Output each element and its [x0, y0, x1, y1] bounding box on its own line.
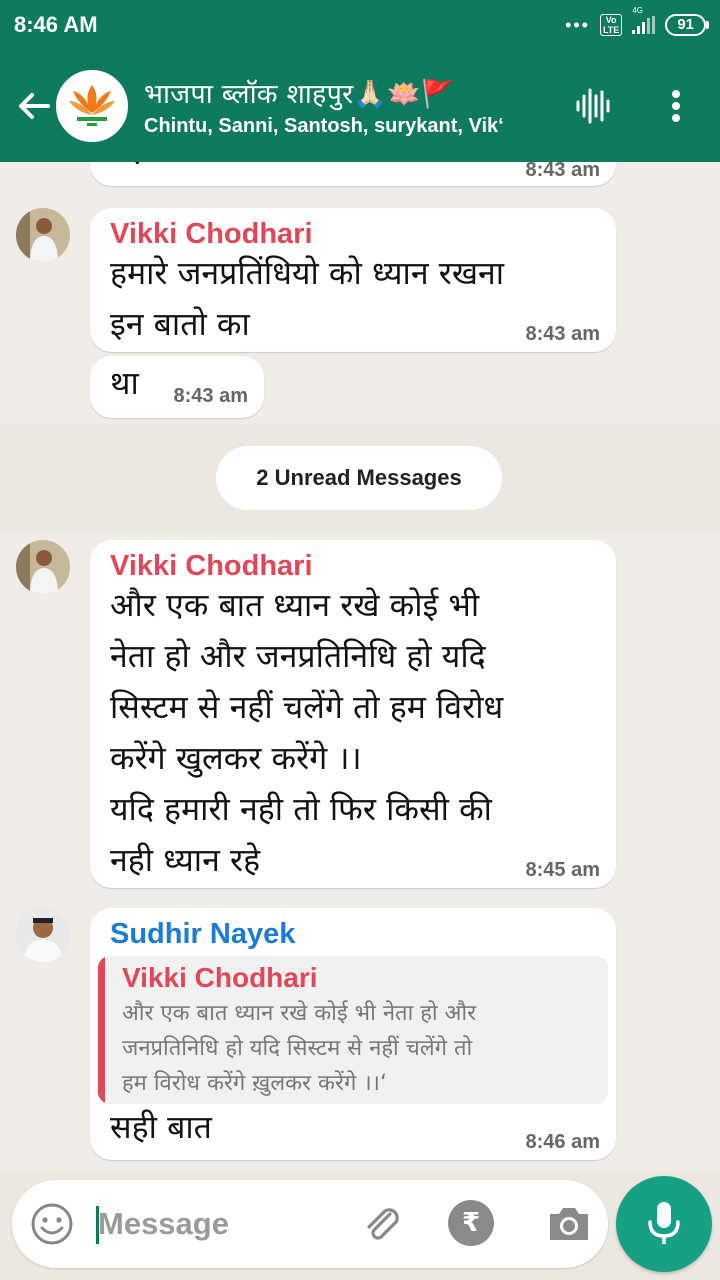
user-avatar-icon	[16, 208, 70, 262]
message-time: 8:43 am	[525, 323, 601, 345]
message-text: सही बात	[110, 1108, 212, 1146]
message-time: 8:46 am	[525, 1131, 601, 1153]
battery-indicator: 91	[665, 14, 709, 36]
group-members: Chintu, Sanni, Santosh, surykant, Vik‘	[144, 115, 504, 137]
quoted-message[interactable]: Vikki Chodhari और एक बात ध्यान रखे कोई भ…	[98, 956, 608, 1104]
unread-messages-pill: 2 Unread Messages	[216, 446, 502, 510]
paperclip-icon[interactable]	[360, 1202, 404, 1246]
quote-text: और एक बात ध्यान रखे कोई भी नेता हो और जन…	[122, 1001, 477, 1096]
group-avatar[interactable]	[56, 70, 128, 142]
sender-name: Sudhir Nayek	[110, 918, 296, 950]
message-bubble[interactable]: Vikki Chodhari और एक बात ध्यान रखे कोई भ…	[90, 540, 616, 888]
message-text: और एक बात ध्यान रखे कोई भी नेता हो और जन…	[110, 586, 504, 879]
message-time: 8:45 am	[525, 859, 601, 881]
voice-wave-icon[interactable]	[572, 86, 612, 126]
sender-name: Vikki Chodhari	[110, 218, 313, 250]
message-time: 8:43 am	[525, 162, 601, 181]
lotus-logo-icon	[59, 73, 125, 139]
emoji-icon[interactable]	[30, 1202, 74, 1246]
avatar[interactable]	[16, 208, 70, 262]
user-avatar-icon	[16, 908, 70, 962]
sender-name: Vikki Chodhari	[110, 550, 313, 582]
message-text: था	[110, 364, 139, 402]
status-bar: 8:46 AM ••• Vo LTE 4G 91	[0, 0, 720, 50]
status-time: 8:46 AM	[14, 12, 98, 37]
user-avatar-icon	[16, 540, 70, 594]
message-input[interactable]	[98, 1200, 338, 1248]
message-bubble[interactable]: Vikki Chodhari हमारे जनप्रतिंधियो को ध्य…	[90, 208, 616, 352]
header-title-area[interactable]: भाजपा ब्लॉक शाहपुर🙏🏻🪷🚩 Chintu, Sanni, Sa…	[144, 74, 544, 138]
message-bubble[interactable]: Sudhir Nayek Vikki Chodhari और एक बात ध्…	[90, 908, 616, 1160]
quote-sender-name: Vikki Chodhari	[122, 962, 318, 993]
network-type: 4G	[632, 6, 643, 15]
group-title: भाजपा ब्लॉक शाहपुर🙏🏻🪷🚩	[144, 79, 455, 110]
volte-icon: Vo LTE	[599, 14, 623, 36]
mic-button[interactable]	[616, 1176, 712, 1272]
camera-icon[interactable]	[546, 1202, 592, 1246]
avatar[interactable]	[16, 540, 70, 594]
avatar[interactable]	[16, 908, 70, 962]
message-bubble[interactable]: था 8:43 am	[90, 356, 264, 418]
rupee-icon[interactable]: ₹	[448, 1200, 494, 1246]
composer: ₹	[12, 1180, 608, 1268]
signal-icon: 4G	[632, 6, 656, 34]
back-arrow-icon[interactable]	[14, 86, 54, 126]
mic-icon	[648, 1202, 680, 1244]
status-indicators: ••• Vo LTE 4G 91	[565, 6, 709, 36]
notification-dots-icon: •••	[565, 14, 590, 35]
message-text: हमारे जनप्रतिंधियो को ध्यान रखना इन बातो…	[110, 254, 505, 343]
quote-accent-bar	[98, 956, 105, 1104]
message-text: पढ़ा	[110, 162, 154, 173]
chat-area[interactable]: पढ़ा 8:43 am Vikki Chodhari हमारे जनप्रत…	[0, 162, 720, 1172]
more-vert-icon[interactable]	[664, 86, 688, 126]
message-time: 8:43 am	[173, 385, 249, 407]
chat-header: भाजपा ब्लॉक शाहपुर🙏🏻🪷🚩 Chintu, Sanni, Sa…	[0, 50, 720, 162]
message-bubble[interactable]: पढ़ा 8:43 am	[90, 162, 616, 186]
